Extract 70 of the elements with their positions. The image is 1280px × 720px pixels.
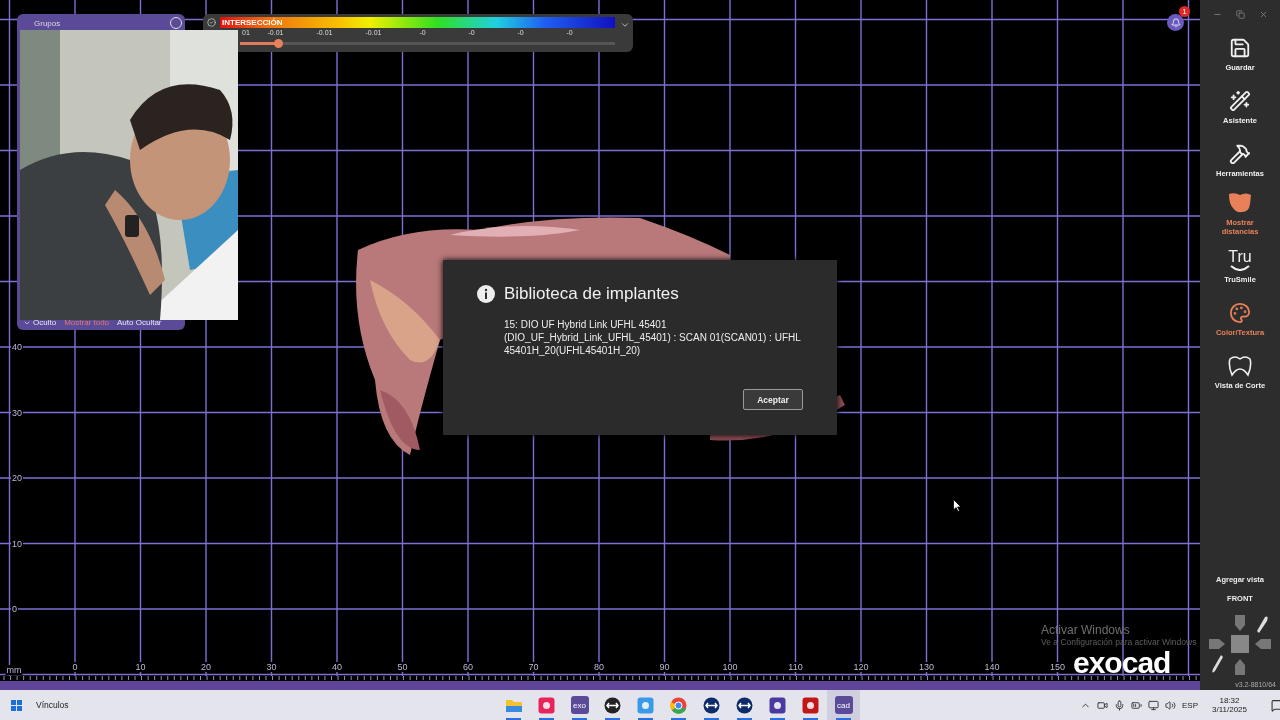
language-indicator[interactable]: ESP — [1182, 700, 1198, 710]
network-icon[interactable] — [1148, 699, 1159, 711]
axis-label: 30 — [265, 662, 278, 672]
axis-label: 100 — [721, 662, 739, 672]
close-icon[interactable] — [1258, 9, 1268, 19]
app-icon — [538, 696, 555, 714]
check-icon[interactable] — [207, 18, 216, 27]
axis-label: 120 — [852, 662, 870, 672]
axis-label: 110 — [787, 662, 804, 672]
notifications-icon[interactable] — [1271, 698, 1280, 712]
dialog-message: (DIO_UF_Hybrid_Link_UFHL_45401) : SCAN 01(SCAN01) : UFHL 45401H_20(UFHL45401H_20) — [504, 331, 802, 357]
taskbar-app[interactable]: exo — [563, 690, 596, 720]
clock-date[interactable]: 3/11/2025 — [1212, 705, 1247, 714]
axis-label: 10 — [11, 538, 23, 549]
axis-label: 20 — [11, 473, 23, 483]
app-icon: exo — [570, 696, 589, 714]
app-icon — [802, 696, 819, 714]
axis-label: 70 — [527, 662, 540, 672]
axis-label: 60 — [462, 662, 474, 672]
axis-label: 80 — [593, 662, 605, 672]
dialog-title: Biblioteca de implantes — [504, 284, 679, 304]
tooth-icon — [1227, 191, 1253, 214]
slider-thumb[interactable] — [273, 39, 283, 48]
taskbar-app[interactable]: cad — [827, 690, 860, 720]
scale-title: INTERSECCIÓN — [222, 17, 283, 28]
dialog-message: 15: DIO UF Hybrid Link UFHL 45401 — [504, 318, 668, 331]
app-icon — [769, 696, 786, 714]
axis-label: 50 — [396, 662, 409, 672]
browser-icon — [670, 696, 687, 714]
app-icon — [604, 696, 621, 714]
axis-label: 130 — [918, 662, 935, 672]
bell-icon — [1170, 17, 1181, 28]
app-icon — [637, 696, 654, 714]
axis-label: 0 — [71, 662, 79, 672]
microphone-icon[interactable] — [1114, 699, 1125, 711]
links-toolbar-label[interactable]: Vínculos — [36, 700, 69, 710]
app-icon — [736, 696, 753, 714]
axis-label: 0 — [11, 604, 18, 614]
axis-label: 30 — [11, 407, 23, 418]
app-icon — [703, 696, 720, 714]
view-cube-drawing[interactable] — [1207, 613, 1273, 677]
tooth-outline-icon — [1227, 355, 1253, 377]
panel-title: Grupos — [34, 19, 61, 28]
folder-icon — [504, 697, 523, 713]
auto-hide-toggle[interactable]: Auto Ocultar — [117, 318, 162, 327]
axis-label: 90 — [658, 662, 671, 672]
axis-label: 10 — [134, 662, 147, 672]
palette-icon — [1229, 302, 1251, 324]
battery-icon[interactable] — [1131, 699, 1142, 711]
clock-time[interactable]: 18:32 — [1219, 696, 1240, 705]
save-icon — [1229, 37, 1251, 59]
visibility-dropdown[interactable]: Oculto — [23, 318, 57, 327]
start-icon[interactable] — [11, 699, 22, 711]
accept-button[interactable]: Aceptar — [743, 389, 803, 410]
cursor-icon — [953, 499, 962, 512]
notification-badge: 1 — [1179, 6, 1190, 17]
notification-button[interactable] — [1167, 14, 1184, 31]
axis-label: 40 — [11, 342, 23, 352]
axis-label: 150 — [1049, 662, 1066, 672]
chevron-icon[interactable] — [620, 20, 630, 30]
axis-label: 20 — [200, 662, 212, 672]
hammer-icon — [1229, 143, 1251, 165]
volume-icon[interactable] — [1165, 699, 1176, 711]
camera-icon[interactable] — [1097, 699, 1108, 711]
wand-icon — [1229, 90, 1251, 112]
axis-label: 40 — [331, 662, 343, 672]
app-icon: cad — [834, 696, 853, 714]
axis-label: 140 — [983, 662, 1001, 672]
info-icon — [477, 285, 495, 303]
axis-unit: mm — [5, 665, 23, 675]
